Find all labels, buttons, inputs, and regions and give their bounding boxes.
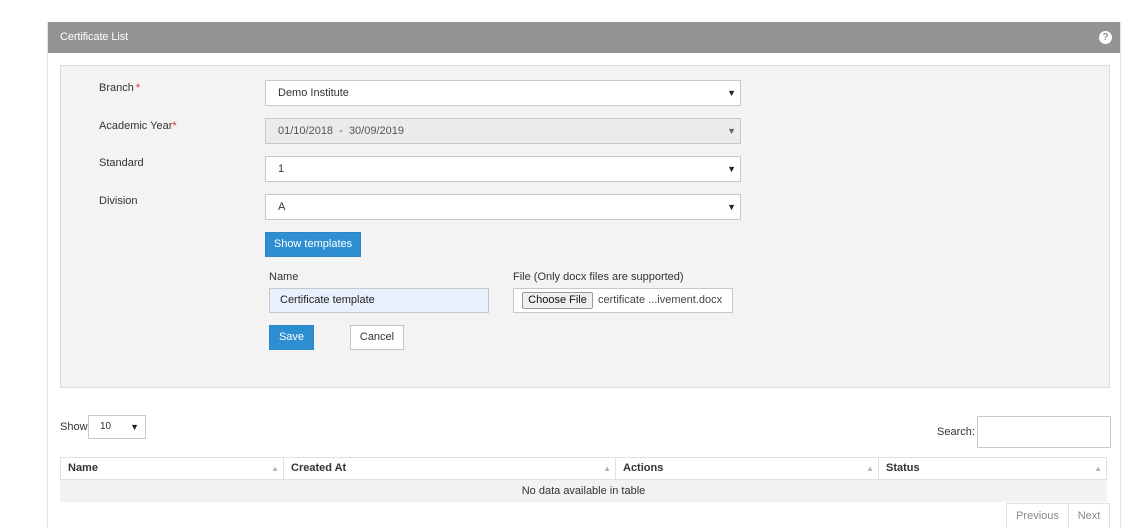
caret-down-icon: ▼ [727,126,736,136]
caret-down-icon: ▼ [727,164,736,174]
branch-label: Branch * [99,82,141,94]
sort-icon: ▲ [603,464,611,473]
save-button[interactable]: Save [269,325,314,350]
cancel-button[interactable]: Cancel [350,325,404,350]
next-page-button[interactable]: Next [1069,504,1109,528]
panel-title: Certificate List [60,31,129,43]
template-name-input[interactable]: Certificate template [269,288,489,313]
division-value: A [278,201,286,213]
caret-down-icon: ▼ [130,422,139,432]
page-length-select[interactable]: 10 ▼ [88,415,146,439]
column-header-actions[interactable]: Actions ▲ [616,458,879,479]
academic-year-select[interactable]: 01/10/2018 - 30/09/2019 ▼ [265,118,741,144]
certificate-list-panel: Certificate List ? Branch * Demo Institut… [47,22,1121,528]
selected-file-name: certificate ...ivement.docx [598,294,723,306]
required-marker: * [172,120,177,132]
required-marker: * [135,82,141,94]
standard-label: Standard [99,157,144,169]
previous-page-button[interactable]: Previous [1007,504,1069,528]
column-header-created-at[interactable]: Created At ▲ [284,458,616,479]
standard-value: 1 [278,163,285,175]
panel-header: Certificate List ? [48,22,1120,53]
pagination: Previous Next [1006,503,1110,528]
sort-icon: ▲ [1094,464,1102,473]
column-header-status[interactable]: Status ▲ [879,458,1106,479]
sort-icon: ▲ [866,464,874,473]
column-header-name[interactable]: Name ▲ [61,458,284,479]
caret-down-icon: ▼ [727,88,736,98]
question-circle-icon[interactable]: ? [1099,31,1112,44]
academic-year-value: 01/10/2018 - 30/09/2019 [278,125,404,137]
standard-select[interactable]: 1 ▼ [265,156,741,182]
choose-file-button[interactable]: Choose File [522,292,593,309]
page-length-value: 10 [100,421,112,432]
search-input[interactable] [977,416,1111,448]
certificate-form: Branch * Demo Institute ▼ Academic Year* … [60,65,1110,388]
name-label: Name [269,271,299,283]
division-select[interactable]: A ▼ [265,194,741,220]
show-templates-button[interactable]: Show templates [265,232,361,257]
branch-select[interactable]: Demo Institute ▼ [265,80,741,106]
caret-down-icon: ▼ [727,202,736,212]
show-entries-label: Show [60,421,88,433]
sort-icon: ▲ [271,464,279,473]
search-label: Search: [937,426,975,438]
file-input[interactable]: Choose File certificate ...ivement.docx [513,288,733,313]
branch-value: Demo Institute [278,87,349,99]
academic-year-label: Academic Year* [99,120,177,132]
table-header: Name ▲ Created At ▲ Actions ▲ Status ▲ [60,457,1107,480]
empty-table-message: No data available in table [60,480,1107,502]
file-label: File (Only docx files are supported) [513,271,684,283]
division-label: Division [99,195,138,207]
